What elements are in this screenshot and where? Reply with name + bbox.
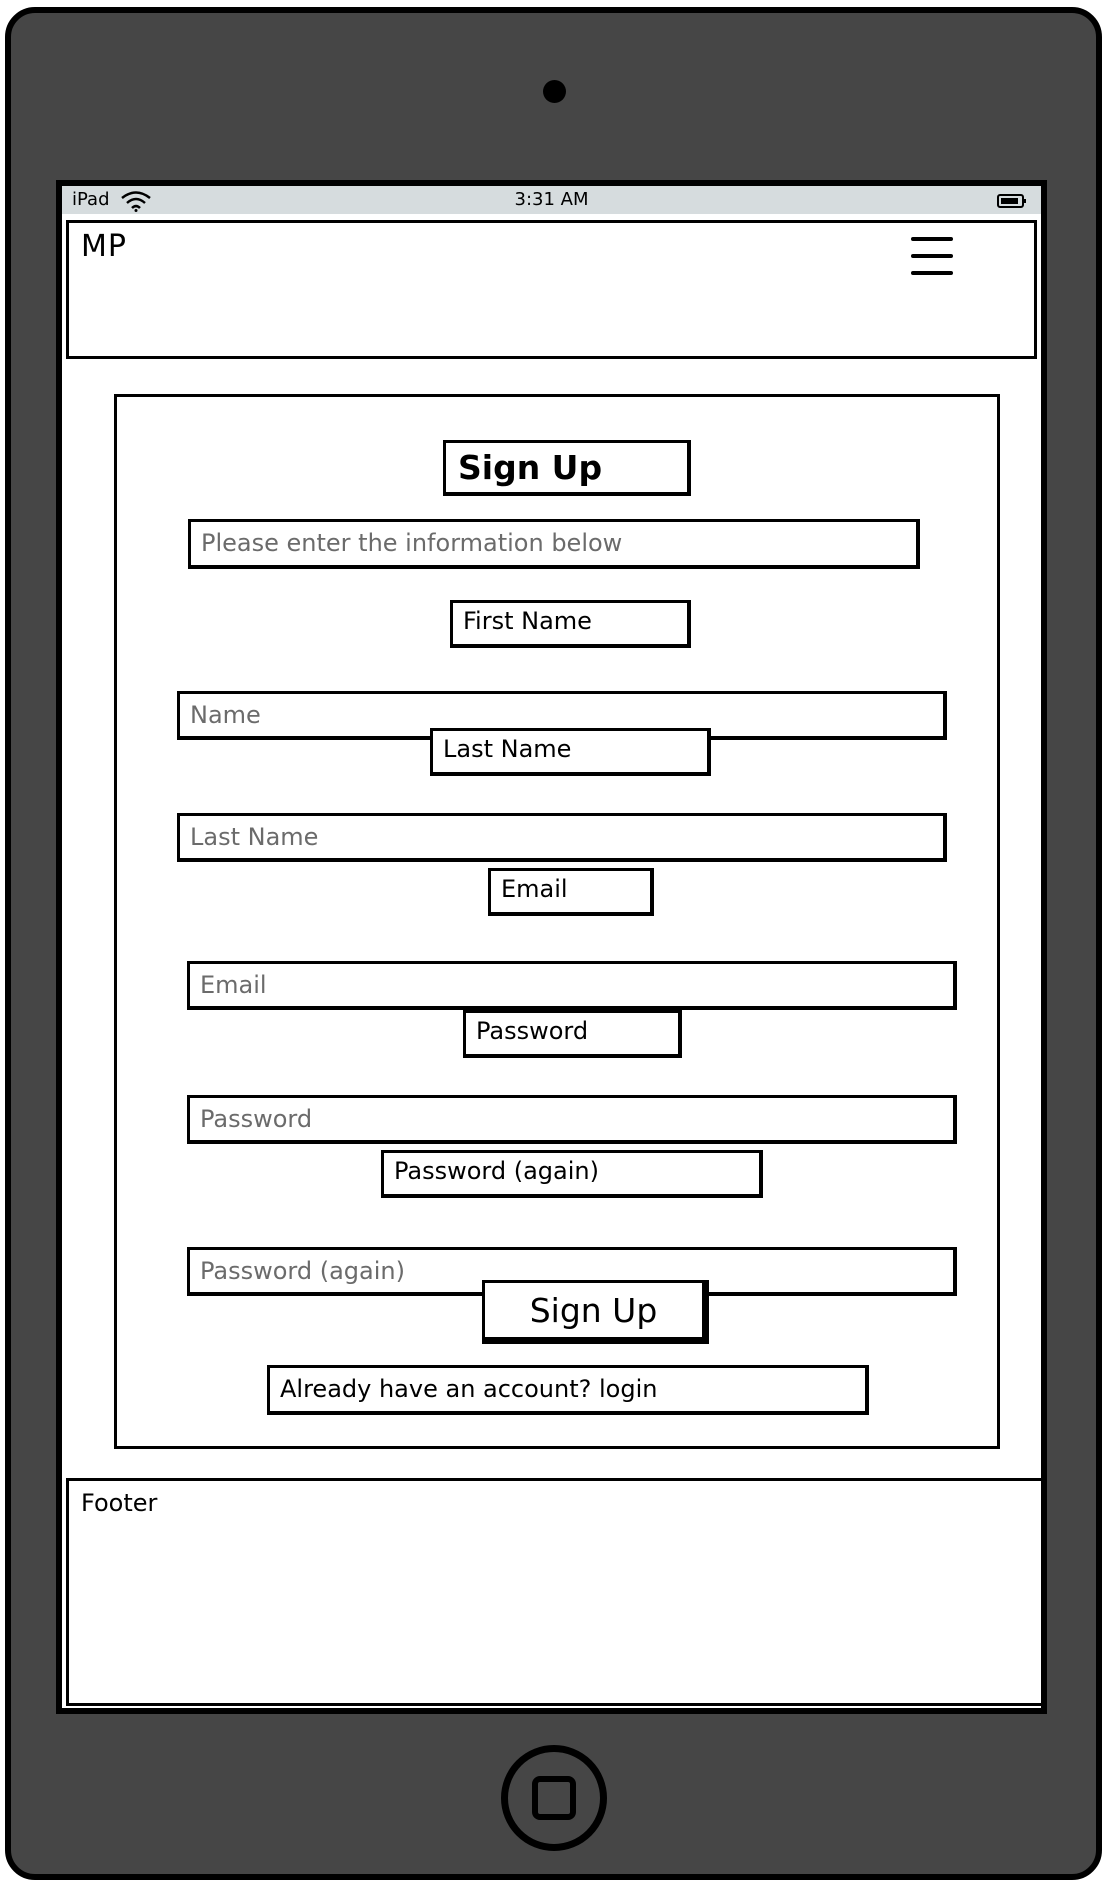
camera-icon xyxy=(543,80,566,103)
password-input[interactable] xyxy=(187,1095,957,1144)
last-name-label: Last Name xyxy=(430,728,711,776)
logo[interactable]: MP xyxy=(81,229,127,264)
status-bar: iPad 3:31 AM xyxy=(62,186,1041,214)
password-again-label: Password (again) xyxy=(381,1150,763,1198)
status-time: 3:31 AM xyxy=(514,189,589,210)
header: MP xyxy=(66,220,1037,359)
email-label: Email xyxy=(488,868,654,916)
email-input[interactable] xyxy=(187,961,957,1010)
page-title: Sign Up xyxy=(443,440,691,496)
login-link[interactable]: Already have an account? login xyxy=(267,1365,869,1415)
last-name-input[interactable] xyxy=(177,813,947,862)
battery-icon xyxy=(997,194,1026,208)
footer: Footer xyxy=(66,1478,1041,1706)
home-square-icon xyxy=(532,1776,576,1820)
signup-form-card: Sign Up Please enter the information bel… xyxy=(114,394,1000,1449)
signup-button[interactable]: Sign Up xyxy=(482,1280,709,1344)
home-button[interactable] xyxy=(501,1745,607,1851)
screen: iPad 3:31 AM MP Sign Up Please enter the… xyxy=(62,186,1041,1708)
first-name-label: First Name xyxy=(450,600,691,648)
info-text: Please enter the information below xyxy=(188,519,920,569)
footer-text: Footer xyxy=(81,1489,158,1517)
password-label: Password xyxy=(463,1010,682,1058)
hamburger-menu-icon[interactable] xyxy=(909,235,955,277)
